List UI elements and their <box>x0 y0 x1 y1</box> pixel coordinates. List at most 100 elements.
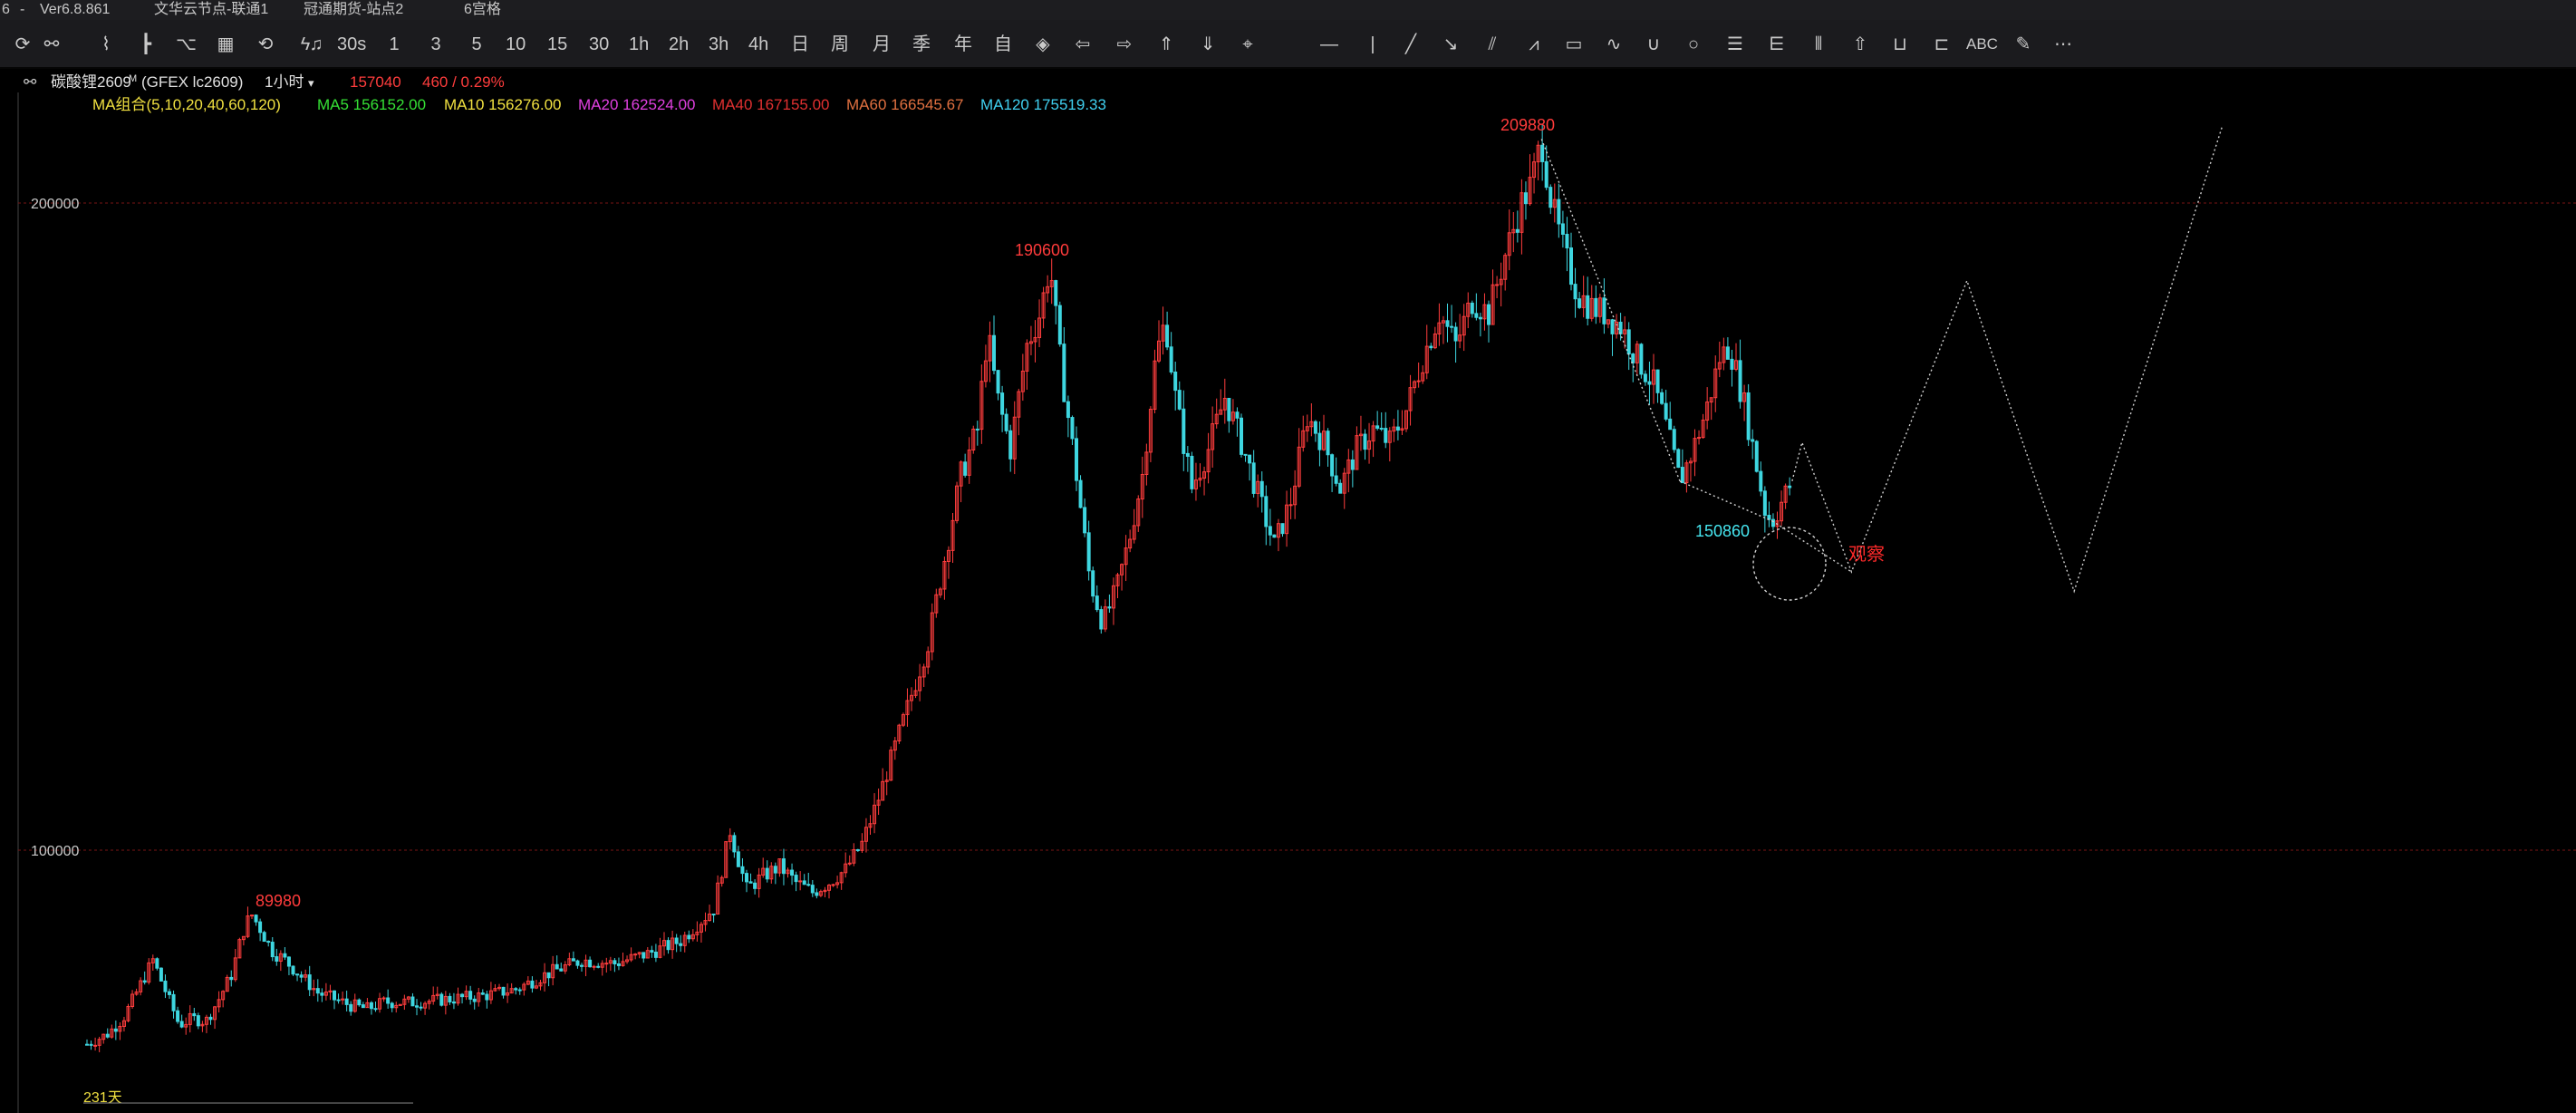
arrow-left-icon[interactable]: ⇦ <box>1073 33 1093 56</box>
candle-body <box>1338 482 1343 494</box>
period-1[interactable]: 1 <box>384 33 404 56</box>
candle-body <box>468 991 473 1000</box>
candlestick-chart[interactable]: 200000100000 89980190600209880150860观察23… <box>0 69 2576 1113</box>
candle-body <box>1487 304 1491 325</box>
period-2h[interactable]: 2h <box>669 33 689 56</box>
ma-group-label[interactable]: MA组合(5,10,20,40,60,120) <box>92 95 281 115</box>
candle-body <box>1075 438 1078 481</box>
candle-body <box>604 963 609 965</box>
fib-icon[interactable]: ☰ <box>1725 33 1745 56</box>
candle-body <box>666 940 671 951</box>
y-axis-label: 200000 <box>31 197 79 212</box>
candle-body <box>530 980 535 989</box>
text-tool-button[interactable]: ABC <box>1966 33 1998 56</box>
candle-body <box>1083 507 1087 534</box>
period-custom[interactable]: 自 <box>993 33 1013 56</box>
price-change: 460 / 0.29% <box>422 73 505 91</box>
grid-mode-label[interactable]: 6宫格 <box>464 1 501 19</box>
candle-body <box>580 964 584 967</box>
ray-icon[interactable]: ↘ <box>1441 33 1461 56</box>
ruler-icon[interactable]: ⊏ <box>1932 33 1952 56</box>
symbol-name[interactable]: 碳酸锂2609 <box>51 73 131 92</box>
crosshair-icon[interactable]: ⌖ <box>1238 33 1258 56</box>
zoom-out-icon[interactable]: ⇓ <box>1198 33 1218 56</box>
forecast-path <box>1791 125 2224 594</box>
candle-body <box>390 1002 394 1009</box>
wave-icon[interactable]: ⩘ <box>1524 33 1544 56</box>
draw-mode-icon[interactable]: ⌥ <box>176 33 197 56</box>
candle-body <box>89 1043 93 1046</box>
period-30s[interactable]: 30s <box>337 33 366 56</box>
period-3h[interactable]: 3h <box>709 33 728 56</box>
diamond-icon[interactable]: ◈ <box>1033 33 1053 56</box>
candle-body <box>1626 329 1631 355</box>
candle-body <box>1416 380 1421 382</box>
circle-icon[interactable]: ○ <box>1684 33 1703 56</box>
y-axis-label: 100000 <box>31 844 79 859</box>
measure-icon[interactable]: ⊔ <box>1890 33 1910 56</box>
candle-body <box>485 993 489 1001</box>
candle-body <box>448 995 452 1002</box>
candle-body <box>299 974 304 978</box>
bell-icon[interactable]: ♫ <box>306 33 326 56</box>
rectangle-icon[interactable]: ▭ <box>1564 33 1584 56</box>
trend-line-icon[interactable]: ╱ <box>1401 33 1421 56</box>
sync-icon[interactable]: ⟲ <box>256 33 275 56</box>
candle-body <box>192 1012 197 1017</box>
chart-area[interactable]: 200000 100000 89980 190600 209880 150860 观察 23… <box>0 69 2576 1113</box>
period-year[interactable]: 年 <box>953 33 973 56</box>
bar-chart-icon[interactable]: ┣ <box>136 33 156 56</box>
line-chart-icon[interactable]: ⌇ <box>96 33 116 56</box>
candle-body <box>781 858 786 875</box>
candle-body <box>1086 532 1091 572</box>
period-season[interactable]: 季 <box>912 33 931 56</box>
channel-icon[interactable]: ⫽ <box>1482 33 1502 56</box>
up-arrow-icon[interactable]: ⇧ <box>1850 33 1870 56</box>
period-3[interactable]: 3 <box>426 33 446 56</box>
candle-body <box>1227 397 1231 421</box>
candle-body <box>1240 417 1243 455</box>
link-small-icon[interactable]: ⚯ <box>24 73 36 92</box>
period-day[interactable]: 日 <box>790 33 810 56</box>
vertical-line-icon[interactable]: | <box>1363 33 1383 56</box>
candle-body <box>1313 421 1317 434</box>
horizontal-line-icon[interactable]: — <box>1319 33 1339 56</box>
candle-body <box>1577 298 1582 308</box>
grid-icon[interactable]: ▦ <box>216 33 236 56</box>
period-30[interactable]: 30 <box>589 33 609 56</box>
period-week[interactable]: 周 <box>830 33 850 56</box>
candle-body <box>794 875 798 883</box>
zigzag-icon[interactable]: ∿ <box>1604 33 1624 56</box>
period-select[interactable]: 1小时 <box>265 73 304 92</box>
period-1h[interactable]: 1h <box>629 33 649 56</box>
gann-icon[interactable]: ⋿ <box>1767 33 1787 56</box>
arc-icon[interactable]: ∪ <box>1644 33 1664 56</box>
candle-body <box>295 973 300 976</box>
candle-body <box>196 1015 200 1027</box>
refresh-icon[interactable]: ⟳ <box>13 33 33 56</box>
candle-body <box>1730 358 1734 370</box>
candle-body <box>168 991 171 995</box>
candle-body <box>1655 369 1660 393</box>
candle-body <box>1169 346 1173 373</box>
version-label: Ver6.8.861 <box>40 2 111 17</box>
period-5[interactable]: 5 <box>467 33 487 56</box>
zoom-in-icon[interactable]: ⇑ <box>1156 33 1176 56</box>
candle-body <box>711 913 716 915</box>
candle-body <box>1317 432 1322 450</box>
candle-body <box>1647 381 1652 385</box>
arrow-right-icon[interactable]: ⇨ <box>1114 33 1134 56</box>
period-10[interactable]: 10 <box>506 33 526 56</box>
period-month[interactable]: 月 <box>872 33 892 56</box>
candle-body <box>1173 371 1178 392</box>
candle-body <box>806 884 811 886</box>
candle-body <box>1334 475 1338 484</box>
more-icon[interactable]: ⋯ <box>2053 33 2073 56</box>
candle-body <box>501 986 506 996</box>
period-15[interactable]: 15 <box>547 33 567 56</box>
link-icon[interactable]: ⚯ <box>42 33 62 56</box>
chevron-down-icon[interactable]: ▾ <box>308 73 314 93</box>
pen-icon[interactable]: ✎ <box>2013 33 2033 56</box>
bars-icon[interactable]: ⦀ <box>1809 33 1828 56</box>
period-4h[interactable]: 4h <box>748 33 768 56</box>
